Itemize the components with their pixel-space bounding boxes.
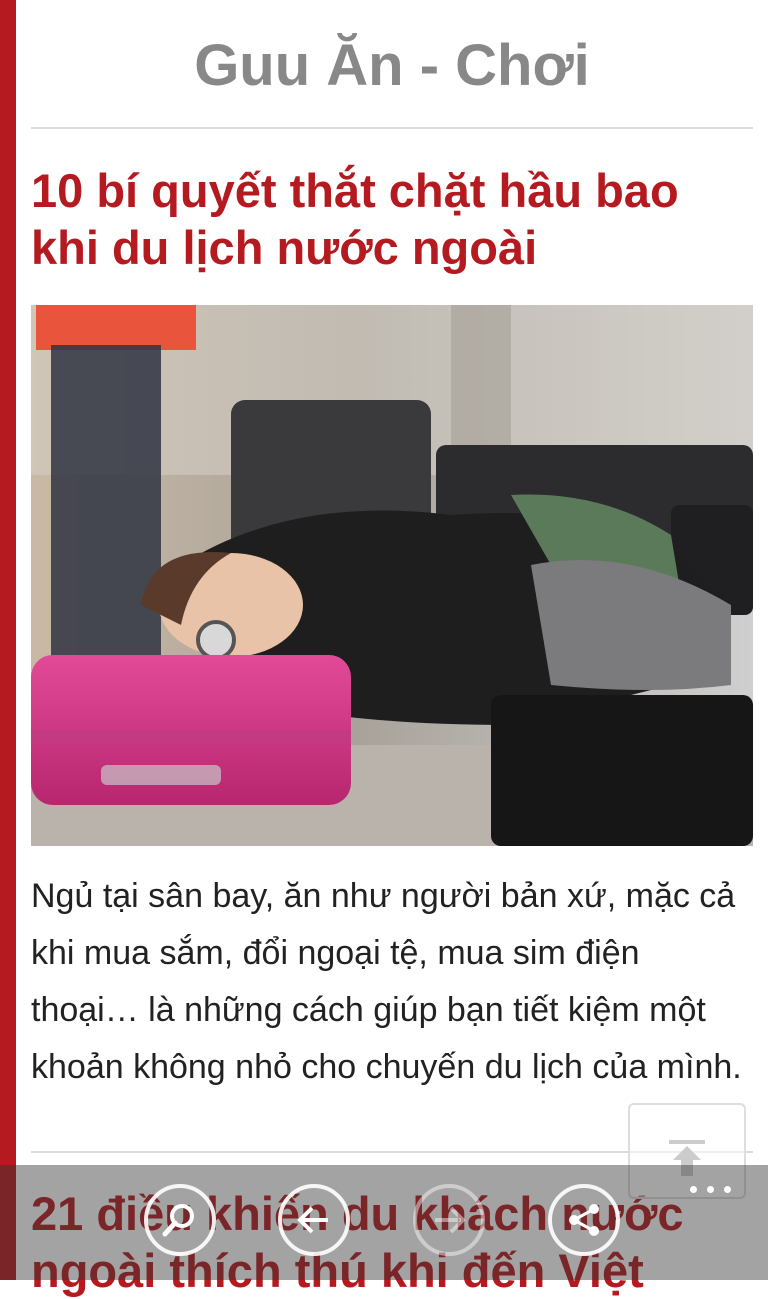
divider	[31, 127, 753, 129]
article-image[interactable]	[31, 305, 753, 846]
share-button[interactable]	[548, 1184, 620, 1256]
left-accent-bar	[0, 0, 16, 1280]
search-icon	[162, 1204, 194, 1237]
bottom-app-bar	[0, 1165, 768, 1280]
back-button[interactable]	[278, 1184, 350, 1256]
section-title: Guu Ăn - Chơi	[194, 33, 590, 98]
article-summary: Ngủ tại sân bay, ăn như người bản xứ, mặ…	[31, 877, 742, 1086]
share-icon	[569, 1204, 599, 1236]
forward-button[interactable]	[413, 1184, 485, 1256]
article-title[interactable]: 10 bí quyết thắt chặt hầu bao khi du lịc…	[31, 162, 753, 276]
more-dots-icon[interactable]	[688, 1178, 734, 1202]
forward-arrow-icon	[435, 1206, 466, 1234]
back-arrow-icon	[297, 1206, 328, 1234]
search-button[interactable]	[144, 1184, 216, 1256]
